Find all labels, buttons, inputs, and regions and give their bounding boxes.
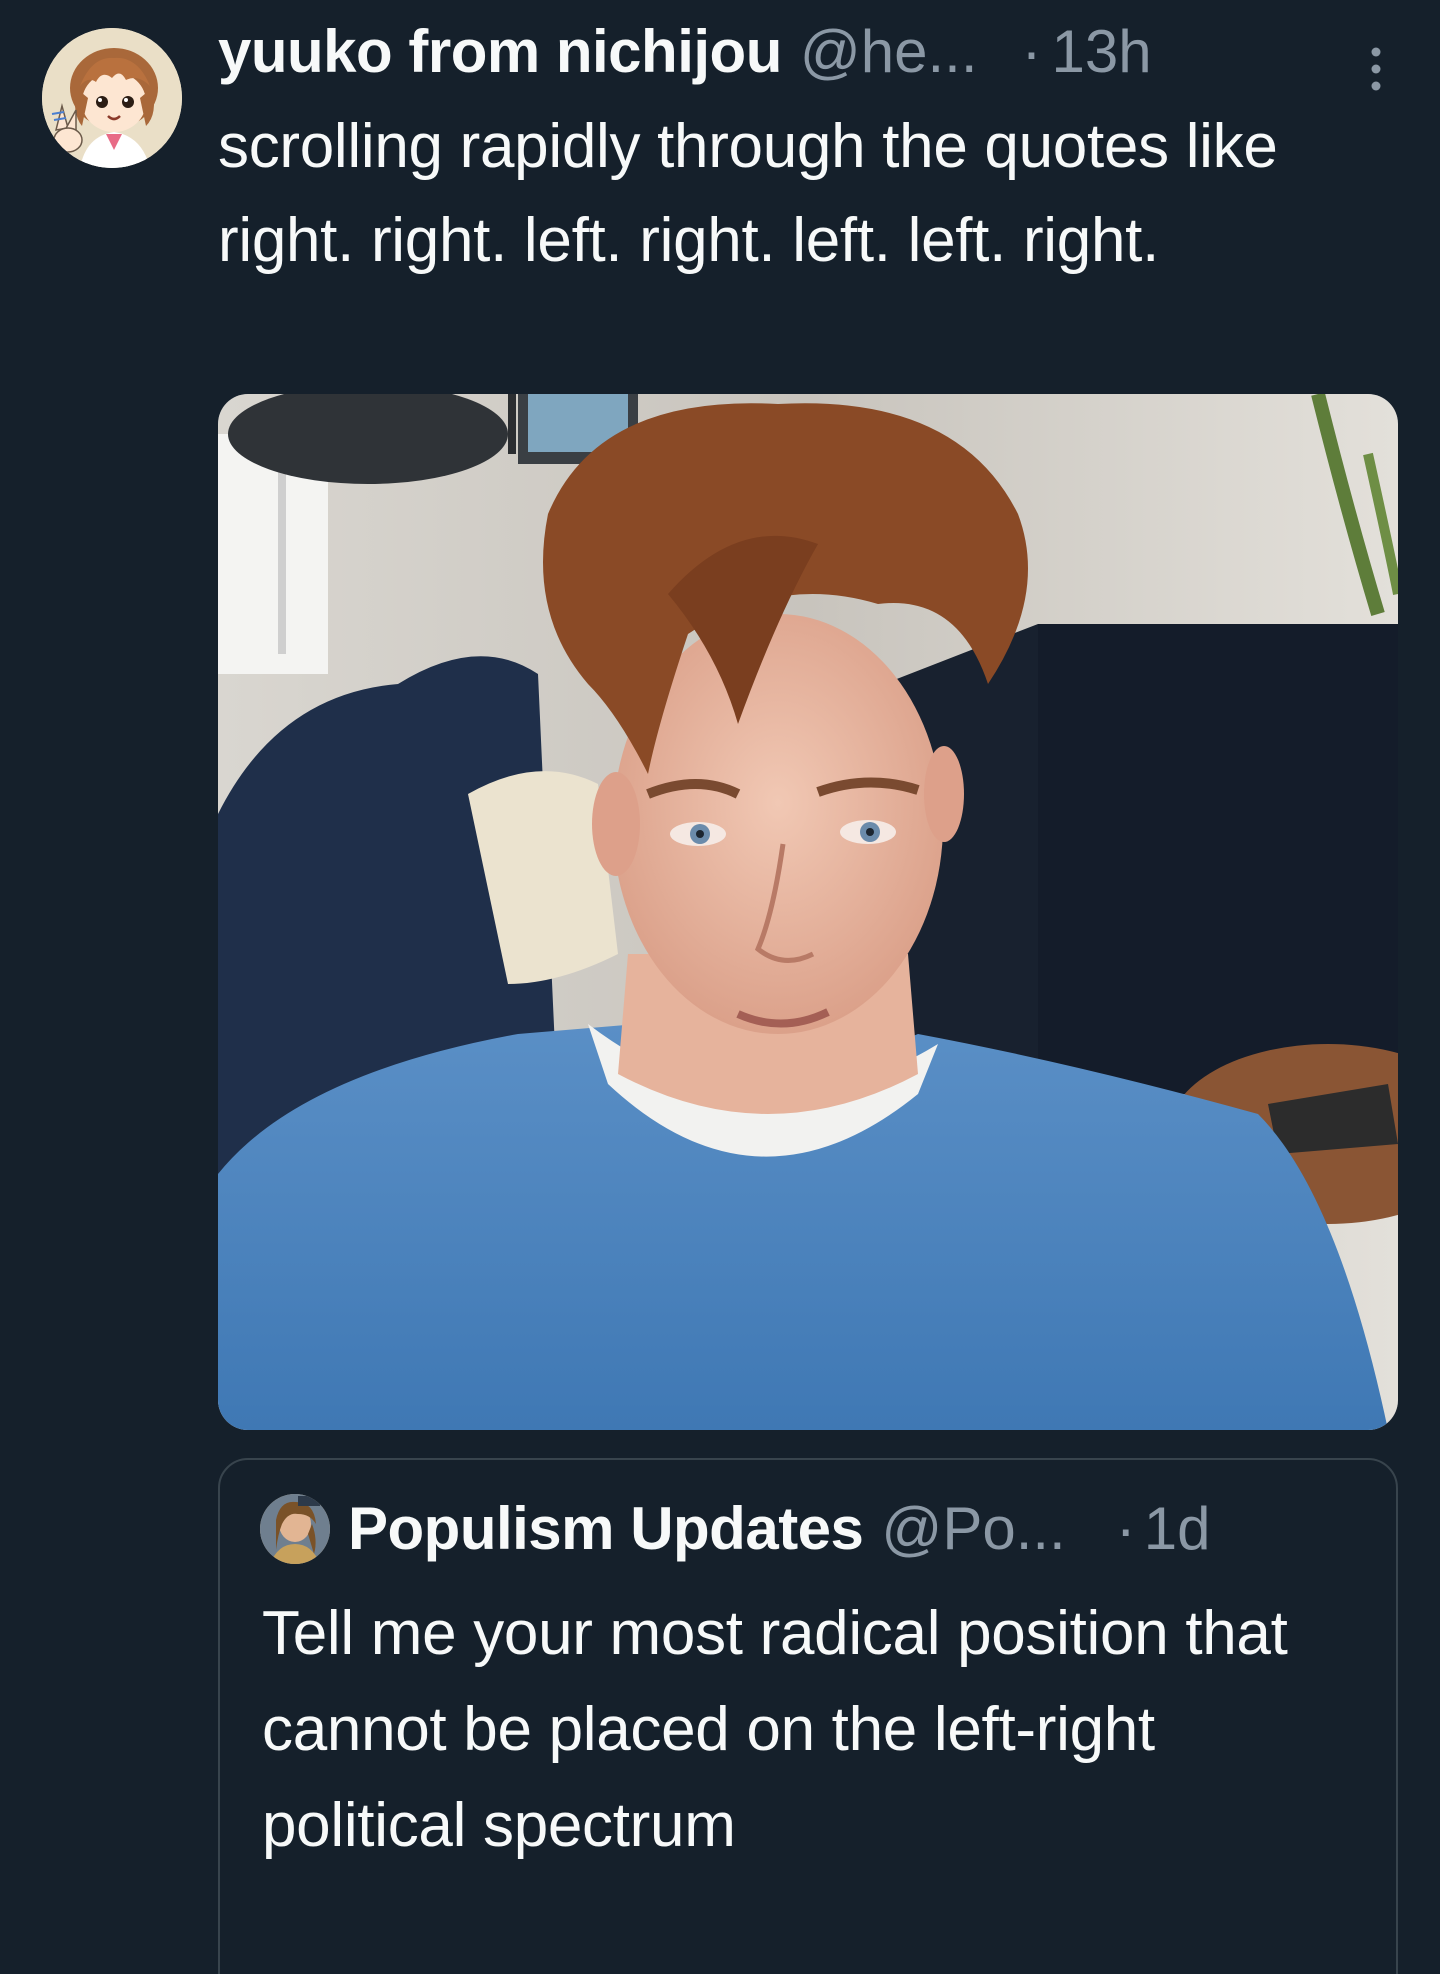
quote-author-handle[interactable]: @Po... (881, 1490, 1065, 1568)
user-avatar-icon (260, 1494, 330, 1564)
author-avatar[interactable] (42, 28, 182, 168)
quote-author-display-name[interactable]: Populism Updates (348, 1490, 864, 1568)
separator-dot: · (1021, 18, 1042, 85)
separator-dot: · (1115, 1495, 1136, 1562)
quote-author-avatar[interactable] (260, 1494, 330, 1564)
quote-text: Tell me your most radical position that … (262, 1599, 1288, 1860)
anime-girl-avatar-icon (42, 28, 182, 168)
tweet-media-photo[interactable] (218, 394, 1398, 1430)
quote-tweet-card[interactable]: Populism Updates @Po... · 1d Tell me you… (218, 1458, 1398, 1974)
author-handle[interactable]: @he... (800, 14, 978, 90)
tweet-text: scrolling rapidly through the quotes lik… (218, 112, 1278, 275)
tweet-timestamp[interactable]: 13h (1051, 14, 1151, 90)
author-display-name[interactable]: yuuko from nichijou (218, 14, 782, 90)
quote-header: Populism Updates @Po... · 1d (348, 1490, 1378, 1568)
tweet: yuuko from nichijou @he... · 13h scrolli… (0, 0, 1440, 1974)
tweet-header: yuuko from nichijou @he... · 13h (218, 14, 1388, 91)
quote-timestamp[interactable]: 1d (1144, 1490, 1211, 1568)
vertical-ellipsis-icon[interactable] (1364, 34, 1388, 91)
photo-image (218, 394, 1398, 1430)
